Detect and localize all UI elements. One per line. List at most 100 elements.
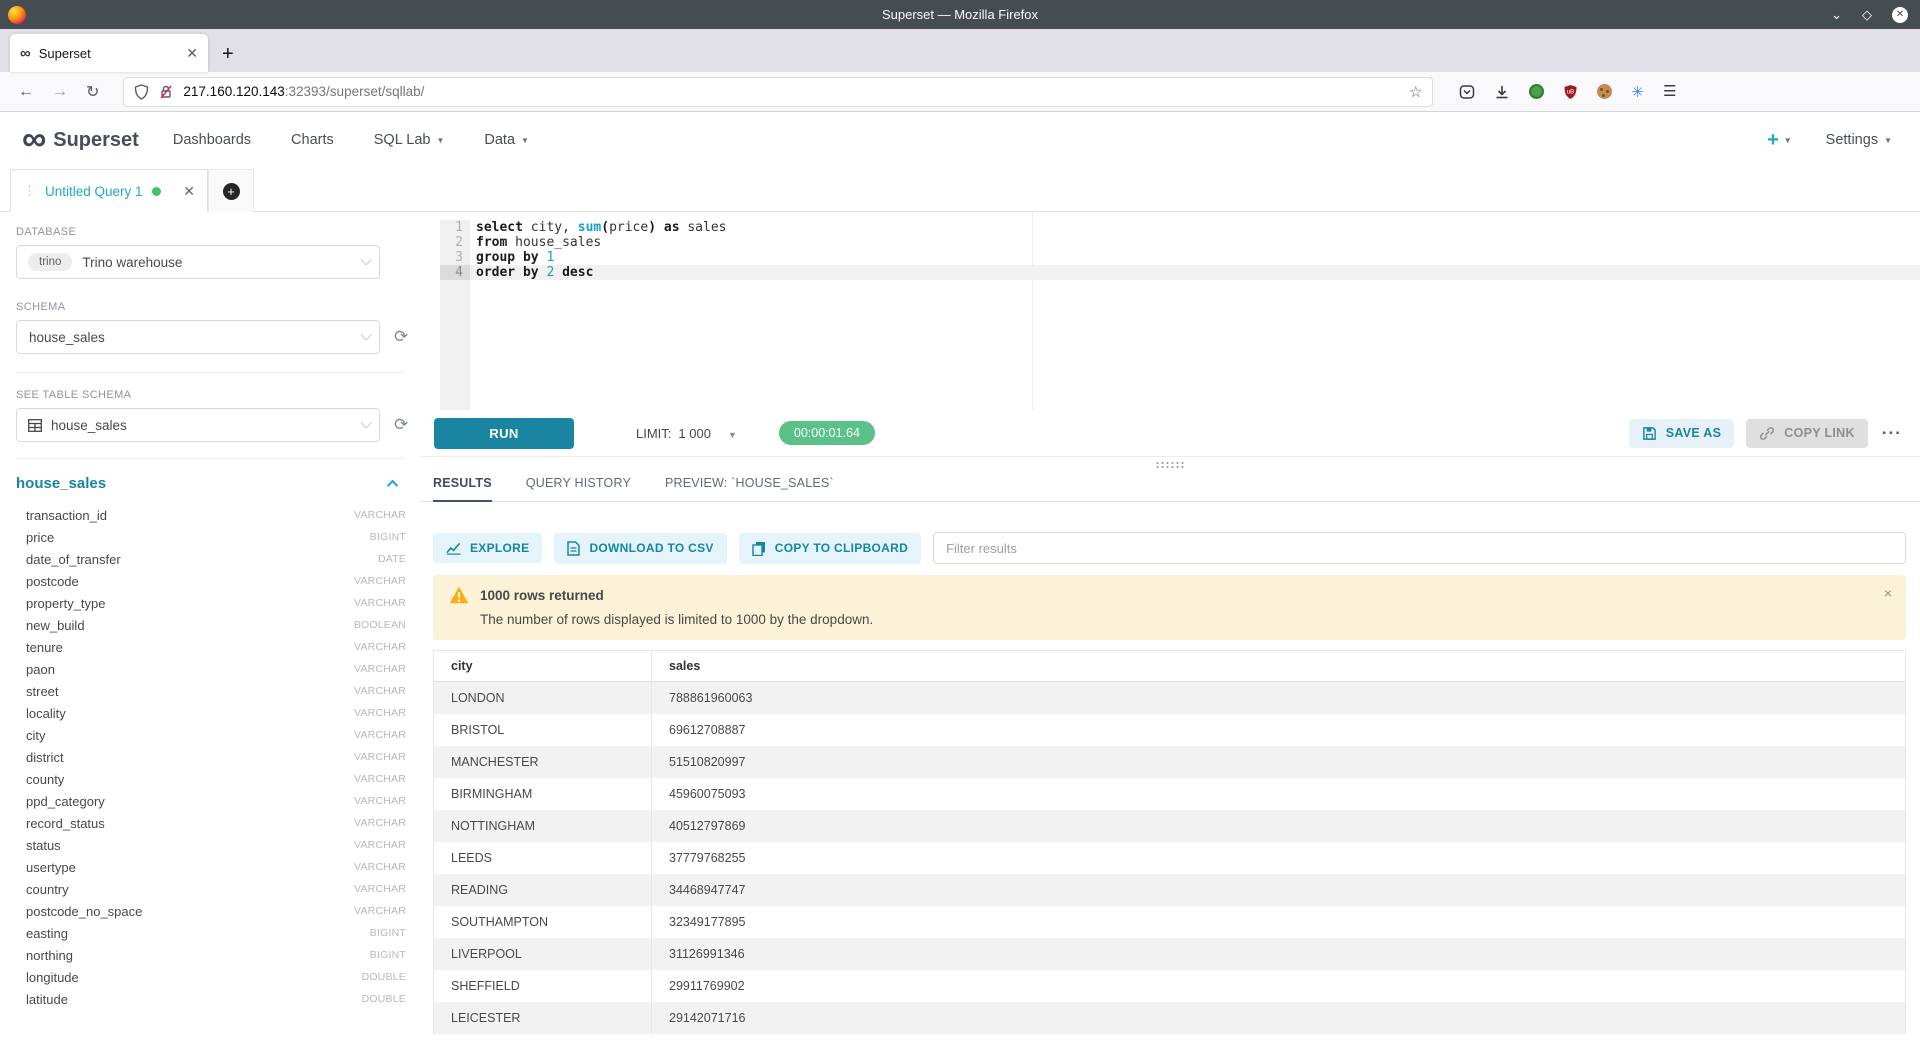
alert-close-icon[interactable]: ×: [1884, 585, 1892, 601]
downloads-icon[interactable]: [1494, 84, 1510, 100]
shield-icon[interactable]: [134, 84, 149, 100]
lock-crossed-icon[interactable]: [159, 84, 173, 100]
schema-column-row[interactable]: districtVARCHAR: [26, 746, 406, 768]
pane-divider[interactable]: [420, 456, 1920, 470]
table-row[interactable]: LIVERPOOL31126991346: [434, 938, 1906, 970]
table-row[interactable]: MANCHESTER51510820997: [434, 746, 1906, 778]
schema-column-row[interactable]: northingBIGINT: [26, 944, 406, 966]
schema-column-row[interactable]: eastingBIGINT: [26, 922, 406, 944]
column-header-city[interactable]: city: [434, 651, 652, 682]
query-tab-active[interactable]: ⋮ Untitled Query 1 ✕: [10, 169, 208, 212]
code-line[interactable]: from house_sales: [470, 235, 1920, 250]
schema-column-row[interactable]: new_buildBOOLEAN: [26, 614, 406, 636]
run-button[interactable]: RUN: [434, 418, 574, 449]
download-csv-button[interactable]: DOWNLOAD TO CSV: [554, 533, 726, 564]
schema-column-row[interactable]: priceBIGINT: [26, 526, 406, 548]
browser-tab-close-icon[interactable]: ✕: [186, 45, 198, 62]
schema-select[interactable]: house_sales: [16, 320, 380, 354]
tab-preview-house-sales[interactable]: PREVIEW: `HOUSE_SALES`: [665, 476, 834, 501]
browser-tab[interactable]: ∞ Superset ✕: [10, 34, 208, 72]
query-tab-close-icon[interactable]: ✕: [171, 183, 195, 200]
back-icon[interactable]: ←: [18, 83, 34, 101]
cookie-extension-icon[interactable]: [1597, 84, 1612, 99]
table-row[interactable]: BRISTOL69612708887: [434, 714, 1906, 746]
table-row[interactable]: LEEDS37779768255: [434, 842, 1906, 874]
reload-icon[interactable]: ↻: [86, 82, 99, 102]
table-select[interactable]: house_sales: [16, 408, 380, 442]
more-actions-button[interactable]: ...: [1882, 419, 1902, 439]
pocket-icon[interactable]: [1459, 84, 1475, 100]
schema-column-row[interactable]: countryVARCHAR: [26, 878, 406, 900]
schema-column-row[interactable]: longitudeDOUBLE: [26, 966, 406, 988]
table-title[interactable]: house_sales: [16, 475, 106, 492]
schema-column-row[interactable]: statusVARCHAR: [26, 834, 406, 856]
schema-column-row[interactable]: tenureVARCHAR: [26, 636, 406, 658]
drag-handle-icon[interactable]: ⋮: [23, 183, 36, 199]
window-minimize-icon[interactable]: ⌄: [1831, 8, 1842, 21]
bookmark-star-icon[interactable]: ☆: [1409, 83, 1422, 101]
superset-brand[interactable]: ∞ Superset: [22, 126, 139, 153]
sql-editor[interactable]: 1234 select city, sum(price) as salesfro…: [420, 212, 1920, 410]
url-bar[interactable]: 217.160.120.143:32393/superset/sqllab/ ☆: [123, 77, 1433, 107]
settings-menu[interactable]: Settings▼: [1826, 132, 1892, 148]
schema-column-row[interactable]: transaction_idVARCHAR: [26, 504, 406, 526]
schema-column-row[interactable]: streetVARCHAR: [26, 680, 406, 702]
save-as-button[interactable]: SAVE AS: [1629, 419, 1735, 448]
drag-handle-icon[interactable]: [1155, 461, 1185, 468]
table-row[interactable]: READING34468947747: [434, 874, 1906, 906]
add-new-button[interactable]: +▼: [1767, 129, 1792, 152]
refresh-tables-icon[interactable]: ⟳: [394, 415, 408, 435]
schema-column-row[interactable]: cityVARCHAR: [26, 724, 406, 746]
schema-column-row[interactable]: postcode_no_spaceVARCHAR: [26, 900, 406, 922]
nav-item-charts[interactable]: Charts: [291, 132, 334, 148]
tab-results[interactable]: RESULTS: [433, 476, 492, 502]
tab-query-history[interactable]: QUERY HISTORY: [526, 476, 631, 501]
limit-dropdown[interactable]: LIMIT: 1 000 ▼: [636, 426, 737, 441]
schema-column-row[interactable]: ppd_categoryVARCHAR: [26, 790, 406, 812]
schema-column-row[interactable]: property_typeVARCHAR: [26, 592, 406, 614]
ublock-icon[interactable]: uB: [1563, 84, 1578, 100]
nav-item-dashboards[interactable]: Dashboards: [173, 132, 251, 148]
code-line[interactable]: select city, sum(price) as sales: [470, 220, 1920, 235]
add-query-tab-button[interactable]: +: [208, 169, 254, 212]
new-browser-tab-button[interactable]: +: [222, 43, 234, 66]
column-header-sales[interactable]: sales: [652, 651, 1906, 682]
editor-code[interactable]: select city, sum(price) as salesfrom hou…: [470, 220, 1920, 280]
languagetool-extension-icon[interactable]: ✳: [1631, 83, 1644, 101]
copy-clipboard-button[interactable]: COPY TO CLIPBOARD: [739, 533, 921, 564]
table-row[interactable]: SOUTHAMPTON32349177895: [434, 906, 1906, 938]
collapse-chevron-icon[interactable]: [387, 479, 398, 490]
nav-item-data[interactable]: Data▼: [484, 132, 529, 148]
nav-item-sql-lab[interactable]: SQL Lab▼: [374, 132, 445, 148]
schema-column-row[interactable]: latitudeDOUBLE: [26, 988, 406, 1010]
table-row[interactable]: NOTTINGHAM40512797869: [434, 810, 1906, 842]
save-icon: [1642, 426, 1657, 441]
schema-column-row[interactable]: usertypeVARCHAR: [26, 856, 406, 878]
column-type: VARCHAR: [354, 641, 406, 653]
privacy-extension-icon[interactable]: [1529, 84, 1544, 99]
schema-column-row[interactable]: date_of_transferDATE: [26, 548, 406, 570]
table-row[interactable]: SHEFFIELD29911769902: [434, 970, 1906, 1002]
filter-results-input[interactable]: [933, 532, 1906, 564]
copy-link-button[interactable]: COPY LINK: [1746, 419, 1868, 448]
refresh-schemas-icon[interactable]: ⟳: [394, 327, 408, 347]
window-close-icon[interactable]: ✕: [1892, 7, 1908, 23]
window-maximize-icon[interactable]: ◇: [1862, 8, 1872, 21]
schema-column-row[interactable]: paonVARCHAR: [26, 658, 406, 680]
code-token: as: [664, 220, 687, 235]
schema-label: SCHEMA: [16, 301, 420, 313]
editor-gutter: 1234: [440, 220, 470, 410]
forward-icon[interactable]: →: [52, 83, 68, 101]
code-line[interactable]: group by 1: [470, 250, 1920, 265]
schema-column-row[interactable]: postcodeVARCHAR: [26, 570, 406, 592]
table-row[interactable]: LONDON788861960063: [434, 682, 1906, 714]
schema-column-row[interactable]: localityVARCHAR: [26, 702, 406, 724]
menu-hamburger-icon[interactable]: ☰: [1663, 84, 1676, 99]
code-line[interactable]: order by 2 desc: [470, 265, 1920, 280]
schema-column-row[interactable]: countyVARCHAR: [26, 768, 406, 790]
database-select[interactable]: trino Trino warehouse: [16, 245, 380, 279]
table-row[interactable]: BIRMINGHAM45960075093: [434, 778, 1906, 810]
table-row[interactable]: LEICESTER29142071716: [434, 1002, 1906, 1034]
schema-column-row[interactable]: record_statusVARCHAR: [26, 812, 406, 834]
explore-button[interactable]: EXPLORE: [433, 533, 542, 563]
